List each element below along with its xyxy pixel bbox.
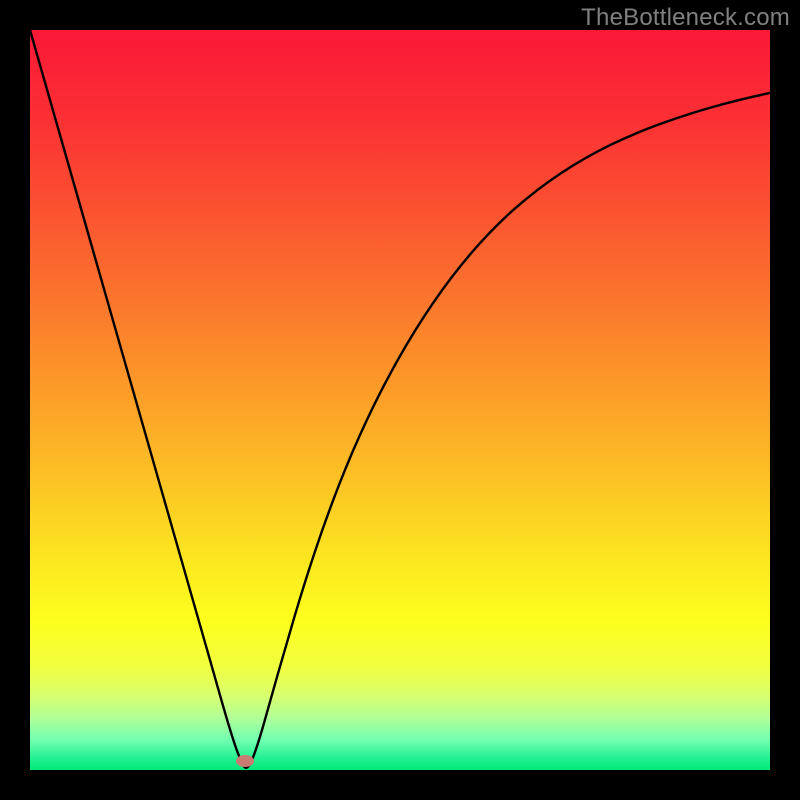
optimal-marker <box>236 755 254 767</box>
chart-frame: TheBottleneck.com <box>0 0 800 800</box>
plot-area <box>30 30 770 770</box>
watermark-text: TheBottleneck.com <box>581 4 790 32</box>
background-gradient <box>30 30 770 770</box>
